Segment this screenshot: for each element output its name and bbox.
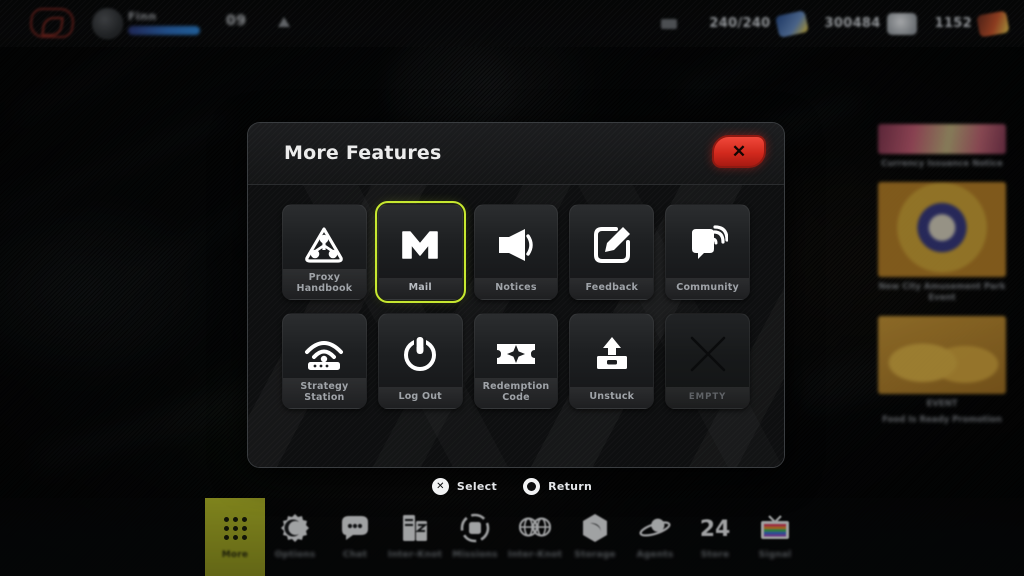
feature-tile-proxy-handbook[interactable]: Proxy Handbook bbox=[282, 204, 367, 300]
empty-slot-x-icon bbox=[686, 332, 730, 376]
megaphone-icon bbox=[494, 223, 538, 267]
hint-select-label: Select bbox=[456, 480, 498, 493]
feature-tile-label: Unstuck bbox=[570, 387, 654, 408]
more-features-dialog: More Features ✕ Proxy Handbook Mail Noti… bbox=[247, 122, 785, 468]
feature-tile-community[interactable]: Community bbox=[665, 204, 750, 300]
feature-tile-mail[interactable]: Mail bbox=[374, 201, 466, 303]
router-wifi-icon bbox=[302, 332, 346, 376]
page-title: More Features bbox=[284, 142, 442, 164]
hint-select[interactable]: ✕ Select bbox=[431, 478, 498, 495]
circle-button-icon bbox=[523, 478, 541, 495]
button-hints: ✕ Select Return bbox=[0, 478, 1024, 495]
cross-button-icon: ✕ bbox=[431, 478, 449, 495]
feature-tile-label: Redemption Code bbox=[474, 378, 558, 408]
feature-tile-empty: EMPTY bbox=[665, 313, 750, 409]
ticket-sparkle-icon bbox=[494, 332, 538, 376]
feature-tile-redemption-code[interactable]: Redemption Code bbox=[473, 313, 559, 409]
feature-tile-label: Mail bbox=[378, 278, 462, 299]
features-grid: Proxy Handbook Mail Notices Feedback Com… bbox=[248, 185, 784, 409]
feature-tile-feedback[interactable]: Feedback bbox=[569, 204, 655, 300]
game-screen: Finn 09 240/240 300484 1152 Currency Iss… bbox=[0, 0, 1024, 576]
power-icon bbox=[398, 332, 442, 376]
feature-tile-notices[interactable]: Notices bbox=[473, 204, 559, 300]
feature-tile-label: Proxy Handbook bbox=[283, 269, 366, 299]
feature-tile-label: Community bbox=[666, 278, 749, 299]
feature-tile-strategy-station[interactable]: Strategy Station bbox=[282, 313, 367, 409]
hint-return-label: Return bbox=[548, 480, 593, 493]
feature-tile-label: EMPTY bbox=[666, 387, 749, 408]
close-button-label: ✕ bbox=[731, 142, 747, 161]
hint-return[interactable]: Return bbox=[523, 478, 592, 495]
mail-icon bbox=[398, 223, 442, 267]
feedback-pencil-icon bbox=[590, 223, 634, 267]
feature-tile-unstuck[interactable]: Unstuck bbox=[569, 313, 655, 409]
feature-tile-label: Log Out bbox=[378, 387, 462, 408]
feature-tile-label: Strategy Station bbox=[283, 378, 366, 408]
feature-tile-log-out[interactable]: Log Out bbox=[377, 313, 463, 409]
close-button[interactable]: ✕ bbox=[712, 135, 766, 168]
dialog-header: More Features ✕ bbox=[248, 123, 784, 185]
feature-tile-label: Feedback bbox=[570, 278, 654, 299]
community-signal-icon bbox=[686, 223, 730, 267]
unstuck-eject-icon bbox=[590, 332, 634, 376]
dialog-body: Proxy Handbook Mail Notices Feedback Com… bbox=[248, 185, 784, 467]
feature-tile-label: Notices bbox=[474, 278, 558, 299]
proxy-handbook-icon bbox=[302, 223, 346, 267]
